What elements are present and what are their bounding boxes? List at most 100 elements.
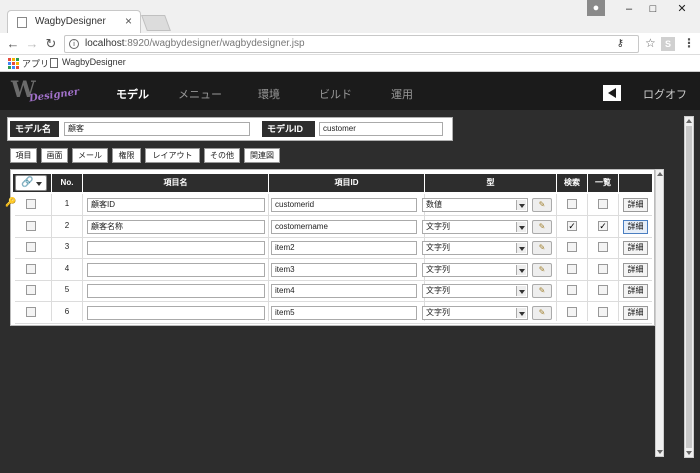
search-checkbox[interactable] xyxy=(567,306,577,317)
list-checkbox[interactable] xyxy=(598,263,608,274)
detail-button[interactable]: 詳細 xyxy=(623,198,648,212)
key-icon[interactable]: ⚷ xyxy=(617,38,624,49)
person-icon[interactable]: ● xyxy=(587,0,605,16)
scroll-down-icon[interactable] xyxy=(657,450,663,454)
type-edit-button[interactable]: ✎ xyxy=(532,198,552,212)
model-id-label: モデルID xyxy=(262,121,315,137)
url-input[interactable]: i localhost:8920/wagbydesigner/wagbydesi… xyxy=(64,35,639,53)
row-select-checkbox[interactable] xyxy=(26,242,36,252)
maximize-button[interactable]: □ xyxy=(641,2,665,18)
apps-grid-icon[interactable] xyxy=(8,58,19,69)
type-select[interactable]: 文字列 xyxy=(422,219,528,234)
reload-button[interactable]: ↻ xyxy=(42,35,60,53)
detail-button[interactable]: 詳細 xyxy=(623,305,648,320)
item-name-input[interactable] xyxy=(87,284,265,298)
bookmark-wagbydesigner[interactable]: WagbyDesigner xyxy=(62,57,126,67)
chevron-down-icon[interactable] xyxy=(516,221,526,232)
forward-button[interactable]: → xyxy=(23,35,41,53)
type-select[interactable]: 文字列 xyxy=(422,241,528,255)
nav-environment[interactable]: 環境 xyxy=(258,86,280,102)
list-checkbox[interactable] xyxy=(598,199,608,209)
item-name-input[interactable] xyxy=(87,305,265,320)
model-id-input[interactable]: customer xyxy=(319,122,443,136)
chevron-down-icon[interactable] xyxy=(516,307,526,318)
scroll-up-icon[interactable] xyxy=(657,172,663,176)
list-checkbox[interactable]: ✓ xyxy=(598,220,608,231)
item-id-input[interactable]: item5 xyxy=(271,305,417,320)
detail-button[interactable]: 詳細 xyxy=(623,219,648,234)
tab-other[interactable]: その他 xyxy=(204,148,240,163)
type-select[interactable]: 文字列 xyxy=(422,305,528,320)
type-select[interactable]: 文字列 xyxy=(422,284,528,298)
tab-relation-diagram[interactable]: 関連図 xyxy=(244,148,280,163)
wagby-logo[interactable]: W Designer xyxy=(11,77,80,106)
search-checkbox[interactable]: ✓ xyxy=(567,220,577,231)
scroll-down-icon[interactable] xyxy=(686,451,692,455)
new-tab-button[interactable] xyxy=(141,15,171,31)
model-name-input[interactable]: 顧客 xyxy=(64,122,250,136)
nav-operation[interactable]: 運用 xyxy=(391,86,413,102)
nav-menu[interactable]: メニュー xyxy=(178,86,222,102)
item-name-input[interactable] xyxy=(87,262,265,277)
browser-titlebar: WagbyDesigner × ● – □ ✕ xyxy=(0,0,700,33)
list-checkbox[interactable] xyxy=(598,242,608,252)
row-select-checkbox[interactable] xyxy=(26,220,36,231)
bookmark-apps[interactable]: アプリ xyxy=(22,57,49,70)
close-tab-icon[interactable]: × xyxy=(125,14,132,28)
search-checkbox[interactable] xyxy=(567,263,577,274)
logout-link[interactable]: ログオフ xyxy=(643,86,687,102)
speaker-icon[interactable] xyxy=(603,85,621,101)
chevron-down-icon[interactable] xyxy=(516,200,526,210)
browser-tab[interactable]: WagbyDesigner × xyxy=(7,10,141,33)
tab-screen[interactable]: 画面 xyxy=(41,148,68,163)
detail-button[interactable]: 詳細 xyxy=(623,284,648,298)
tab-items[interactable]: 項目 xyxy=(10,148,37,163)
item-id-input[interactable]: item2 xyxy=(271,241,417,255)
search-checkbox[interactable] xyxy=(567,242,577,252)
search-checkbox[interactable] xyxy=(567,199,577,209)
tab-mail[interactable]: メール xyxy=(72,148,108,163)
tab-layout[interactable]: レイアウト xyxy=(145,148,200,163)
item-name-input[interactable]: 顧客名称 xyxy=(87,219,265,234)
nav-model[interactable]: モデル xyxy=(116,86,149,102)
row-select-checkbox[interactable] xyxy=(26,263,36,274)
type-edit-button[interactable]: ✎ xyxy=(532,219,552,234)
item-id-input[interactable]: customerid xyxy=(271,198,417,212)
item-name-input[interactable] xyxy=(87,241,265,255)
table-scrollbar[interactable] xyxy=(655,169,664,457)
type-select[interactable]: 数値 xyxy=(422,198,528,212)
scroll-up-icon[interactable] xyxy=(686,119,692,123)
item-name-input[interactable]: 顧客ID xyxy=(87,198,265,212)
item-id-input[interactable]: item3 xyxy=(271,262,417,277)
chevron-down-icon[interactable] xyxy=(516,264,526,275)
row-select-checkbox[interactable] xyxy=(26,306,36,317)
tab-permissions[interactable]: 権限 xyxy=(112,148,141,163)
row-select-checkbox[interactable] xyxy=(26,285,36,295)
type-edit-button[interactable]: ✎ xyxy=(532,284,552,298)
item-id-input[interactable]: costomername xyxy=(271,219,417,234)
detail-button[interactable]: 詳細 xyxy=(623,241,648,255)
link-menu-button[interactable]: 🔗 xyxy=(15,175,47,191)
row-select-checkbox[interactable] xyxy=(26,199,36,209)
close-window-button[interactable]: ✕ xyxy=(670,2,694,18)
scroll-thumb[interactable] xyxy=(686,126,692,448)
page-scrollbar[interactable] xyxy=(684,116,694,458)
info-icon[interactable]: i xyxy=(69,39,79,49)
back-button[interactable]: ← xyxy=(4,35,22,53)
item-id-input[interactable]: item4 xyxy=(271,284,417,298)
minimize-button[interactable]: – xyxy=(617,2,641,18)
type-edit-button[interactable]: ✎ xyxy=(532,305,552,320)
detail-button[interactable]: 詳細 xyxy=(623,262,648,277)
extension-icon[interactable]: S xyxy=(661,37,675,51)
chevron-down-icon[interactable] xyxy=(516,286,526,296)
list-checkbox[interactable] xyxy=(598,285,608,295)
header-no: No. xyxy=(52,174,82,192)
type-edit-button[interactable]: ✎ xyxy=(532,241,552,255)
search-checkbox[interactable] xyxy=(567,285,577,295)
chevron-down-icon[interactable] xyxy=(516,243,526,253)
type-edit-button[interactable]: ✎ xyxy=(532,262,552,277)
type-select[interactable]: 文字列 xyxy=(422,262,528,277)
list-checkbox[interactable] xyxy=(598,306,608,317)
nav-build[interactable]: ビルド xyxy=(319,86,352,102)
browser-menu-icon[interactable]: ⋮ xyxy=(683,36,695,50)
